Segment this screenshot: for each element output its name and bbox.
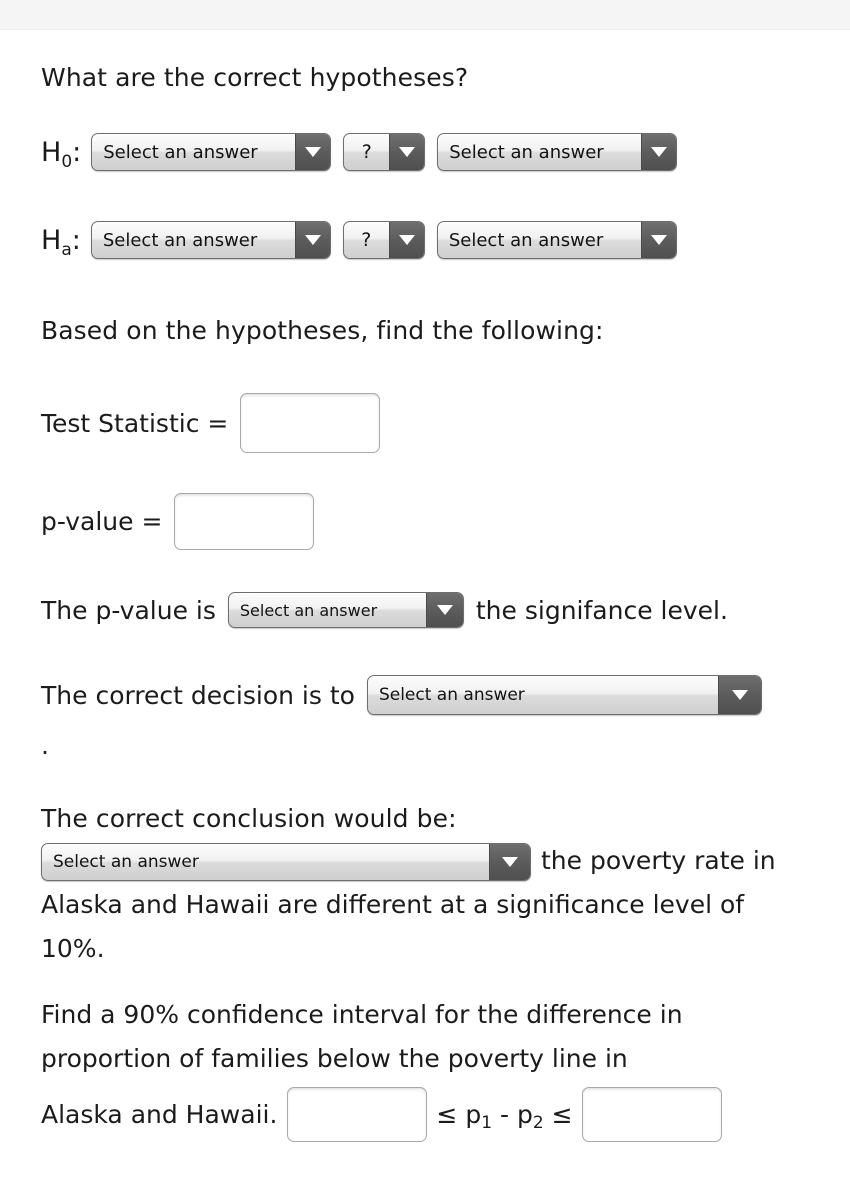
based-on-hypotheses-text: Based on the hypotheses, find the follow… <box>41 316 604 345</box>
assignment-content: What are the correct hypotheses? H0: Sel… <box>0 56 850 1142</box>
browser-top-chrome-bar <box>0 0 850 30</box>
h0-letter: H <box>41 136 62 168</box>
ci-p1-letter: p <box>465 1100 482 1129</box>
ha-left-parameter-select-value: Select an answer <box>102 229 258 251</box>
p-value-comparison-select-value: Select an answer <box>239 600 378 620</box>
h0-operator-select[interactable]: ? <box>343 133 426 171</box>
test-statistic-input[interactable] <box>240 393 381 453</box>
chevron-down-icon[interactable] <box>717 676 761 714</box>
ha-right-parameter-select[interactable]: Select an answer <box>436 221 677 259</box>
ha-left-parameter-select[interactable]: Select an answer <box>90 221 331 259</box>
decision-select-value: Select an answer <box>378 685 525 705</box>
ci-right-operator: ≤ <box>551 1100 573 1129</box>
conclusion-select[interactable]: Select an answer <box>41 843 531 881</box>
ci-p2-subscript: 2 <box>532 1113 544 1133</box>
chevron-down-icon[interactable] <box>641 134 677 170</box>
conclusion-block: The correct conclusion would be: Select … <box>41 799 809 971</box>
ha-subscript: a <box>61 239 72 260</box>
p-value-label: p-value = <box>41 507 163 536</box>
ci-p2-letter: p <box>516 1100 533 1129</box>
test-statistic-row: Test Statistic = <box>41 393 809 453</box>
confidence-interval-input-row: Alaska and Hawaii. ≤ p1 - p2 ≤ <box>41 1087 809 1142</box>
conclusion-prompt-text: The correct conclusion would be: <box>41 804 457 833</box>
decision-prefix: The correct decision is to <box>41 680 355 710</box>
p-value-row: p-value = <box>41 493 809 550</box>
ci-upper-bound-input[interactable] <box>581 1087 722 1142</box>
h0-left-parameter-select-value: Select an answer <box>103 141 258 163</box>
ci-left-operator: ≤ <box>436 1100 458 1129</box>
null-hypothesis-row: H0: Select an answer ? Select an answer <box>41 133 809 171</box>
h0-colon: : <box>72 136 82 168</box>
null-hypothesis-label: H0: <box>41 136 82 171</box>
p-value-comparison-row: The p-value is Select an answer the sign… <box>41 592 809 628</box>
alternative-hypothesis-label: Ha: <box>41 224 81 259</box>
ci-minus-sign: - <box>499 1100 509 1129</box>
h0-right-parameter-select-value: Select an answer <box>449 141 604 163</box>
alternative-hypothesis-row: Ha: Select an answer ? Select an answer <box>41 221 809 259</box>
chevron-down-icon[interactable] <box>640 222 676 258</box>
ha-letter: H <box>41 224 62 256</box>
chevron-down-icon[interactable] <box>388 222 424 258</box>
p-value-comparison-prefix: The p-value is <box>41 595 216 625</box>
conclusion-sentence: Select an answer the poverty rate in Ala… <box>41 839 809 971</box>
p-value-comparison-select[interactable]: Select an answer <box>227 592 464 628</box>
ha-right-parameter-select-value: Select an answer <box>448 229 604 251</box>
ha-operator-select[interactable]: ? <box>342 221 425 259</box>
decision-select[interactable]: Select an answer <box>366 675 762 715</box>
conclusion-select-value: Select an answer <box>53 852 199 872</box>
ci-p1-subscript: 1 <box>481 1113 493 1133</box>
decision-trailing-period: . <box>41 731 49 760</box>
confidence-interval-block: Find a 90% confidence interval for the d… <box>41 993 809 1142</box>
test-statistic-label: Test Statistic = <box>41 408 229 438</box>
p-value-input[interactable] <box>174 493 315 550</box>
chevron-down-icon[interactable] <box>294 222 330 258</box>
h0-operator-select-value: ? <box>361 141 372 163</box>
h0-left-parameter-select[interactable]: Select an answer <box>91 133 332 171</box>
h0-right-parameter-select[interactable]: Select an answer <box>437 133 678 171</box>
hypotheses-question-text: What are the correct hypotheses? <box>41 63 469 92</box>
p-value-comparison-suffix: the signifance level. <box>475 595 728 625</box>
chevron-down-icon[interactable] <box>425 593 463 627</box>
chevron-down-icon[interactable] <box>295 134 331 170</box>
decision-row: The correct decision is to Select an ans… <box>41 675 809 715</box>
chevron-down-icon[interactable] <box>489 844 530 880</box>
ci-lower-bound-input[interactable] <box>287 1087 428 1142</box>
confidence-interval-prompt: Find a 90% confidence interval for the d… <box>41 1000 683 1073</box>
ha-operator-select-value: ? <box>361 229 372 251</box>
ci-parameter-expression: ≤ p1 - p2 ≤ <box>436 1100 573 1133</box>
chevron-down-icon[interactable] <box>389 134 425 170</box>
confidence-interval-tail-text: Alaska and Hawaii. <box>41 1100 278 1129</box>
h0-subscript: 0 <box>61 151 73 172</box>
ha-colon: : <box>71 224 81 256</box>
